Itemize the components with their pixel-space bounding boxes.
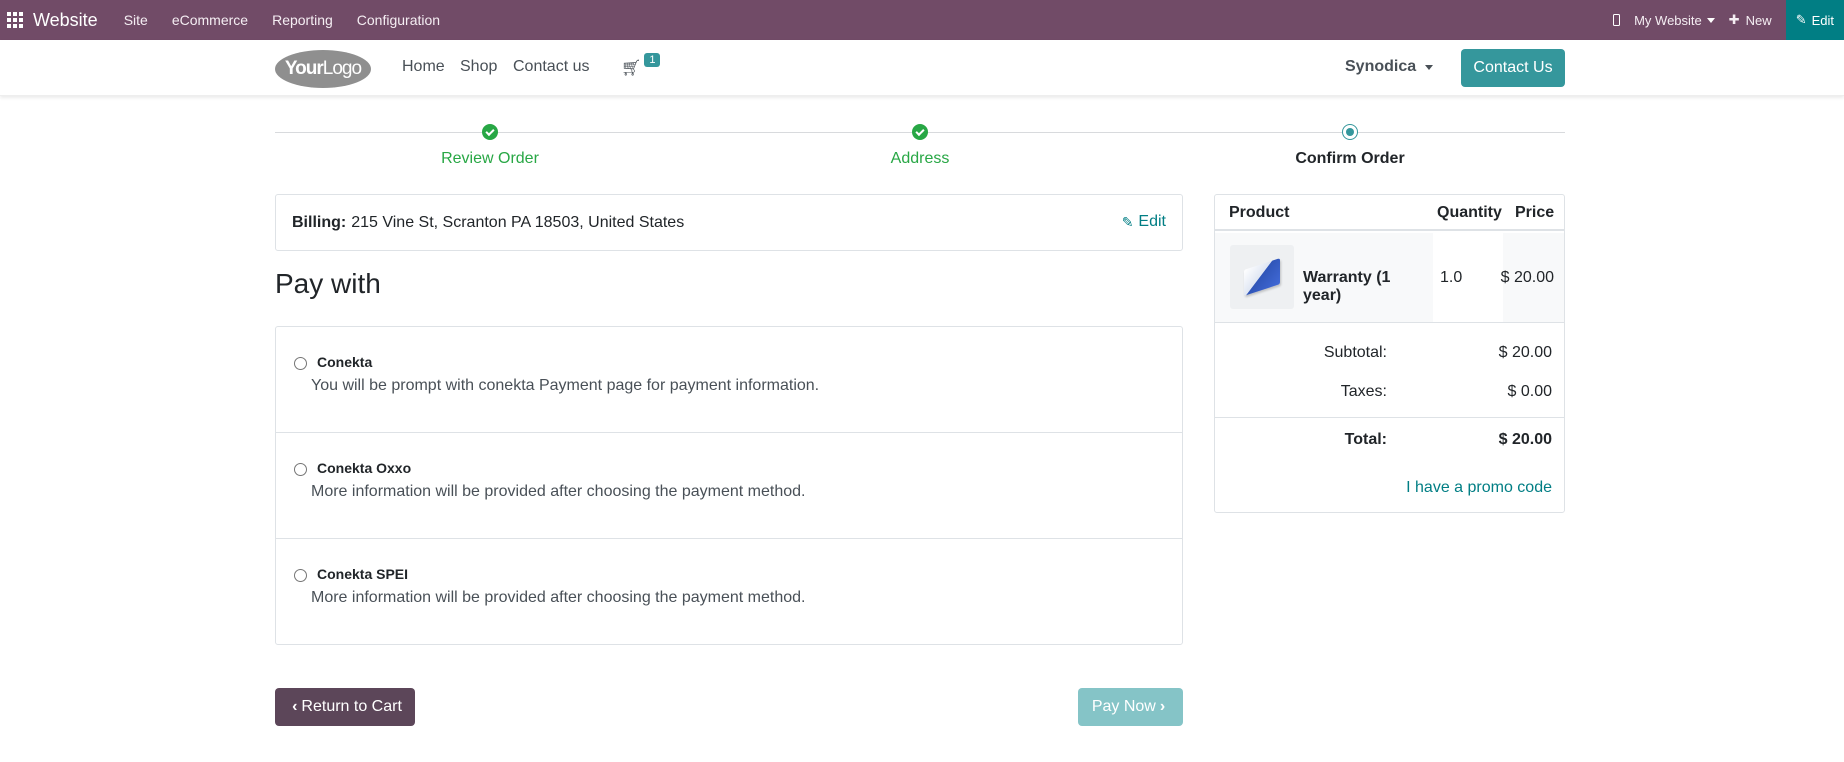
taxes-value: $ 0.00	[1507, 383, 1552, 400]
step-label: Review Order	[441, 150, 539, 167]
chevron-down-icon	[1425, 64, 1434, 70]
edit-billing-label: Edit	[1138, 213, 1166, 230]
step-label: Confirm Order	[1295, 150, 1405, 167]
plus-icon: ✚	[1728, 12, 1740, 27]
contact-us-button[interactable]: Contact Us	[1461, 49, 1565, 87]
product-price: $ 20.00	[1500, 269, 1554, 286]
payment-radio[interactable]	[294, 569, 307, 582]
step-address[interactable]: Address	[820, 122, 1020, 168]
payment-radio[interactable]	[294, 357, 307, 370]
chevron-down-icon	[1706, 17, 1715, 23]
payment-option-conekta-oxxo[interactable]: Conekta Oxxo More information will be pr…	[276, 433, 1182, 539]
new-button-label: New	[1745, 12, 1772, 28]
return-to-cart-button[interactable]: ‹ Return to Cart	[275, 688, 415, 726]
step-review-order[interactable]: Review Order	[390, 122, 590, 168]
app-brand[interactable]: Website	[33, 10, 98, 31]
check-circle-icon	[482, 124, 498, 140]
payment-option-conekta-spei[interactable]: Conekta SPEI More information will be pr…	[276, 539, 1182, 645]
price-cell: $ 20.00	[1500, 233, 1564, 322]
cart-link[interactable]: 🛒︎ 1	[621, 53, 661, 78]
step-confirm-order: Confirm Order	[1250, 122, 1450, 168]
menu-reporting[interactable]: Reporting	[272, 12, 333, 28]
col-price: Price	[1515, 204, 1555, 221]
website-switcher-label: My Website	[1634, 12, 1702, 28]
payment-option-conekta[interactable]: Conekta You will be prompt with conekta …	[276, 327, 1182, 433]
product-name: Warranty (1 year)	[1303, 269, 1391, 304]
cart-count-badge: 1	[644, 53, 661, 67]
pencil-icon: ✎	[1795, 12, 1807, 27]
subtotal-value: $ 20.00	[1498, 344, 1552, 361]
menu-ecommerce[interactable]: eCommerce	[172, 12, 248, 28]
site-logo[interactable]: Your Logo	[275, 50, 371, 88]
site-header: Your Logo Home Shop Contact us 🛒︎ 1 Synod…	[0, 40, 1844, 96]
total-label: Total:	[1344, 431, 1387, 448]
product-image	[1230, 245, 1294, 309]
edit-icon: ✎	[1121, 213, 1134, 230]
quantity-cell: 1.0	[1433, 233, 1503, 322]
shopping-cart-icon: 🛒︎	[621, 60, 642, 77]
website-switcher[interactable]: My Website	[1634, 13, 1715, 28]
edit-button-label: Edit	[1811, 12, 1834, 28]
company-name: Synodica	[1345, 58, 1417, 75]
nav-contact-us[interactable]: Contact us	[513, 58, 589, 76]
payment-name: Conekta SPEI	[317, 566, 409, 582]
menu-site[interactable]: Site	[124, 12, 148, 28]
company-dropdown[interactable]: Synodica	[1345, 58, 1434, 76]
total-divider	[1215, 417, 1564, 418]
payment-name: Conekta	[317, 354, 373, 370]
menu-configuration[interactable]: Configuration	[357, 12, 440, 28]
promo-code-link[interactable]: I have a promo code	[1406, 479, 1552, 497]
payment-name: Conekta Oxxo	[317, 460, 412, 476]
mobile-preview-icon[interactable]	[1613, 14, 1621, 26]
return-to-cart-label: Return to Cart	[301, 698, 402, 715]
taxes-label: Taxes:	[1340, 383, 1387, 400]
payment-description: More information will be provided after …	[311, 589, 806, 606]
total-value: $ 20.00	[1498, 431, 1552, 448]
billing-address: 215 Vine St, Scranton PA 18503, United S…	[351, 213, 685, 231]
edit-button[interactable]: ✎ Edit	[1785, 0, 1844, 40]
apps-menu-icon[interactable]	[0, 0, 30, 40]
step-label: Address	[890, 150, 950, 167]
order-summary: Product Quantity Price Warranty (1 year)…	[1214, 194, 1565, 513]
product-quantity: 1.0	[1440, 269, 1463, 286]
pay-with-heading: Pay with	[275, 268, 381, 299]
pay-now-button[interactable]: Pay Now ›	[1078, 688, 1183, 726]
billing-address-card: Billing: 215 Vine St, Scranton PA 18503,…	[275, 194, 1183, 251]
new-button[interactable]: ✚ New	[1729, 12, 1772, 28]
payment-radio[interactable]	[294, 463, 307, 476]
payment-description: More information will be provided after …	[311, 483, 806, 500]
chevron-left-icon: ‹	[292, 698, 298, 715]
col-product: Product	[1229, 204, 1290, 221]
chevron-right-icon: ›	[1159, 698, 1166, 715]
check-circle-icon	[912, 124, 928, 140]
billing-label: Billing:	[292, 213, 347, 231]
nav-home[interactable]: Home	[402, 58, 445, 76]
product-cell: Warranty (1 year)	[1215, 233, 1433, 322]
edit-billing-link[interactable]: ✎ Edit	[1122, 213, 1166, 231]
col-quantity: Quantity	[1437, 204, 1502, 221]
logo-text-bold: Your	[284, 58, 324, 79]
cart-line: Warranty (1 year) 1.0 $ 20.00	[1215, 233, 1564, 323]
logo-text-thin: Logo	[322, 58, 362, 79]
summary-header: Product Quantity Price	[1215, 195, 1564, 231]
current-step-icon	[1342, 124, 1358, 140]
subtotal-label: Subtotal:	[1323, 344, 1387, 361]
payment-description: You will be prompt with conekta Payment …	[311, 377, 820, 394]
checkout-progress: Review Order Address Confirm Order	[275, 122, 1565, 174]
pay-now-label: Pay Now	[1091, 698, 1156, 715]
nav-shop[interactable]: Shop	[460, 58, 497, 76]
payment-methods: Conekta You will be prompt with conekta …	[275, 326, 1183, 645]
admin-navbar: Website Site eCommerce Reporting Configu…	[0, 0, 1844, 40]
